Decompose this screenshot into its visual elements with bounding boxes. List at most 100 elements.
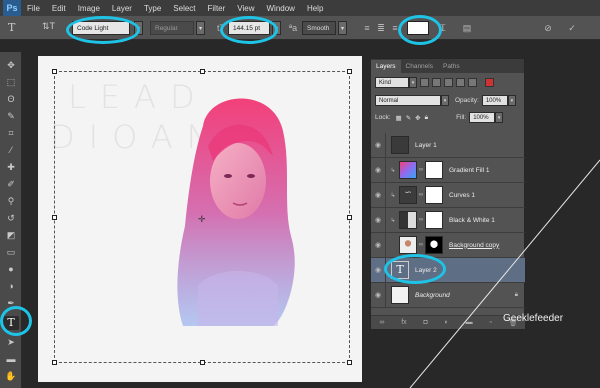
font-size-value: 144.15 pt <box>233 24 261 32</box>
visibility-eye-icon[interactable]: ◉ <box>371 266 385 274</box>
layer-thumbnail <box>391 286 409 304</box>
menu-window[interactable]: Window <box>261 4 301 13</box>
menu-image[interactable]: Image <box>72 4 106 13</box>
menu-help[interactable]: Help <box>301 4 329 13</box>
eraser-tool-icon[interactable]: ◩ <box>3 228 19 242</box>
filter-kind-arrow[interactable]: ▾ <box>409 77 417 88</box>
filter-shape-icon[interactable] <box>456 78 465 87</box>
healing-brush-tool-icon[interactable]: ✚ <box>3 160 19 174</box>
new-layer-icon[interactable]: ▫ <box>489 319 491 326</box>
font-size-field[interactable]: 144.15 pt <box>228 21 270 35</box>
layer-row[interactable]: ◉ ↳ ∞ Gradient Fill 1 <box>371 157 526 183</box>
brush-tool-icon[interactable]: ✐ <box>3 177 19 191</box>
add-mask-icon[interactable]: ◘ <box>423 319 427 326</box>
dodge-tool-icon[interactable]: ◑ <box>3 279 19 293</box>
layer-row-selected[interactable]: ◉ T Layer 2 <box>371 257 526 283</box>
blend-mode-arrow[interactable]: ▾ <box>441 95 449 106</box>
lasso-tool-icon[interactable]: ʘ <box>3 92 19 106</box>
transform-handle[interactable] <box>52 215 57 220</box>
clone-stamp-tool-icon[interactable]: ⚲ <box>3 194 19 208</box>
path-select-tool-icon[interactable]: ➤ <box>3 335 19 349</box>
opacity-field[interactable]: 100% <box>481 95 508 106</box>
warp-text-icon[interactable]: Ꮖ <box>436 21 450 35</box>
pen-tool-icon[interactable]: ✒ <box>3 296 19 310</box>
reference-point-icon[interactable]: ✛ <box>198 214 206 225</box>
layer-row[interactable]: ◉ ∞ Background copy <box>371 232 526 258</box>
layer-row[interactable]: ◉ Background 🔒︎ <box>371 282 526 308</box>
visibility-eye-icon[interactable]: ◉ <box>371 291 385 299</box>
visibility-eye-icon[interactable]: ◉ <box>371 166 385 174</box>
menu-view[interactable]: View <box>231 4 260 13</box>
font-family-dropdown-arrow[interactable]: ▾ <box>134 21 143 35</box>
transform-handle[interactable] <box>347 69 352 74</box>
shape-tool-icon[interactable]: ▬ <box>3 352 19 366</box>
opacity-arrow[interactable]: ▾ <box>507 95 516 106</box>
antialias-dropdown-arrow[interactable]: ▾ <box>338 21 347 35</box>
fill-arrow[interactable]: ▾ <box>495 112 504 123</box>
hand-tool-icon[interactable]: ✋ <box>3 369 19 383</box>
gradient-tool-icon[interactable]: ▭ <box>3 245 19 259</box>
text-bounding-box[interactable]: ✛ <box>52 69 352 365</box>
lock-pixels-icon[interactable]: ✎ <box>406 114 411 122</box>
menu-select[interactable]: Select <box>167 4 201 13</box>
commit-icon[interactable]: ✓ <box>565 21 579 35</box>
filter-smart-object-icon[interactable] <box>468 78 477 87</box>
layer-row[interactable]: ◉ ↳ ∞ Black & White 1 <box>371 207 526 233</box>
fill-field[interactable]: 100% <box>469 112 496 123</box>
transform-handle[interactable] <box>52 69 57 74</box>
visibility-eye-icon[interactable]: ◉ <box>371 141 385 149</box>
align-right-icon[interactable]: ≡ <box>388 21 402 35</box>
filter-pixel-icon[interactable] <box>420 78 429 87</box>
lock-transparency-icon[interactable]: ▦ <box>396 114 402 122</box>
font-size-dropdown-arrow[interactable]: ▾ <box>272 21 281 35</box>
font-style-dropdown-arrow[interactable]: ▾ <box>196 21 205 35</box>
align-left-icon[interactable]: ≡ <box>360 21 374 35</box>
filter-adjustment-icon[interactable] <box>432 78 441 87</box>
lock-position-icon[interactable]: ✥ <box>415 114 420 122</box>
menu-edit[interactable]: Edit <box>46 4 72 13</box>
visibility-eye-icon[interactable]: ◉ <box>371 216 385 224</box>
cancel-icon[interactable]: ⊘ <box>541 21 555 35</box>
text-orientation-icon[interactable]: ⇅T <box>42 21 58 35</box>
menu-filter[interactable]: Filter <box>202 4 232 13</box>
type-tool-icon[interactable]: T <box>8 21 24 35</box>
transform-handle[interactable] <box>200 360 205 365</box>
menu-file[interactable]: File <box>21 4 46 13</box>
filter-kind-select[interactable]: Kind <box>375 77 409 88</box>
new-group-icon[interactable]: ▬ <box>466 319 473 326</box>
antialias-select[interactable]: Smooth <box>302 21 336 35</box>
transform-handle[interactable] <box>52 360 57 365</box>
menu-layer[interactable]: Layer <box>106 4 138 13</box>
eyedropper-tool-icon[interactable]: ⁄ <box>3 143 19 157</box>
lock-all-icon[interactable]: 🔒︎ <box>425 114 428 122</box>
font-style-select[interactable]: Regular <box>150 21 194 35</box>
link-layers-icon[interactable]: ∞ <box>379 319 384 326</box>
visibility-eye-icon[interactable]: ◉ <box>371 241 385 249</box>
menu-type[interactable]: Type <box>138 4 167 13</box>
transform-handle[interactable] <box>347 215 352 220</box>
layer-row[interactable]: ◉ ↳ ∽ ∞ Curves 1 <box>371 182 526 208</box>
visibility-eye-icon[interactable]: ◉ <box>371 191 385 199</box>
quick-select-tool-icon[interactable]: ✎ <box>3 109 19 123</box>
character-panel-icon[interactable]: ▤ <box>460 21 474 35</box>
move-tool-icon[interactable]: ✥ <box>3 58 19 72</box>
text-color-swatch[interactable] <box>407 21 429 35</box>
layer-style-icon[interactable]: fx <box>401 319 406 326</box>
tab-layers[interactable]: Layers <box>371 60 401 73</box>
crop-tool-icon[interactable]: ⌗ <box>3 126 19 140</box>
type-tool-button[interactable]: T <box>3 316 19 330</box>
layer-row[interactable]: ◉ Layer 1 <box>371 132 526 158</box>
blur-tool-icon[interactable]: ● <box>3 262 19 276</box>
tab-paths[interactable]: Paths <box>438 60 465 73</box>
marquee-tool-icon[interactable]: ⬚ <box>3 75 19 89</box>
blend-mode-select[interactable]: Normal <box>375 95 441 106</box>
history-brush-tool-icon[interactable]: ↺ <box>3 211 19 225</box>
font-family-select[interactable]: Code Light <box>72 21 130 35</box>
transform-handle[interactable] <box>200 69 205 74</box>
adjustment-layer-icon[interactable]: ◐ <box>445 319 449 326</box>
transform-handle[interactable] <box>347 360 352 365</box>
tab-channels[interactable]: Channels <box>401 60 438 73</box>
align-center-icon[interactable]: ≣ <box>374 21 388 35</box>
filter-type-icon[interactable] <box>444 78 453 87</box>
filter-toggle-icon[interactable] <box>485 78 494 87</box>
